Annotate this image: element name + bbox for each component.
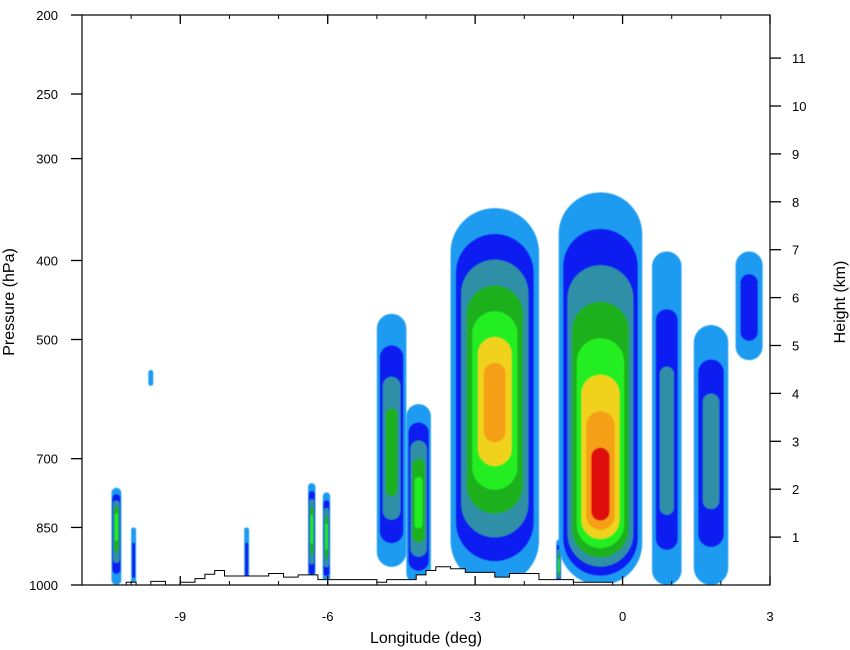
- cell-m: [693, 325, 729, 585]
- height-tick-label: 4: [792, 386, 799, 401]
- pressure-tick-label: 850: [36, 520, 58, 535]
- cell-a: [111, 487, 122, 585]
- height-tick-label: 1: [792, 530, 799, 545]
- pressure-tick-label: 1000: [29, 578, 58, 593]
- pressure-tick-label: 250: [36, 87, 58, 102]
- height-tick-label: 3: [792, 434, 799, 449]
- x-tick-label: -6: [322, 609, 334, 624]
- cell-d-level2: [245, 542, 249, 579]
- cell-b: [131, 527, 137, 585]
- height-tick-label: 8: [792, 195, 799, 210]
- terrain-outline: [125, 566, 614, 585]
- cell-g-level4: [385, 408, 398, 497]
- right-axis-label: Height (km): [832, 261, 849, 344]
- height-tick-label: 6: [792, 291, 799, 306]
- plot-area: [111, 192, 763, 585]
- cell-b-level2: [132, 542, 136, 579]
- pressure-tick-label: 500: [36, 333, 58, 348]
- x-axis-label: Longitude (deg): [370, 630, 482, 647]
- pressure-tick-label: 300: [36, 152, 58, 167]
- x-tick-label: 3: [766, 609, 773, 624]
- cell-j-level5: [557, 559, 560, 573]
- pressure-tick-label: 200: [36, 8, 58, 23]
- height-tick-label: 9: [792, 147, 799, 162]
- cell-k-level8: [591, 447, 610, 521]
- cell-l-level3: [659, 366, 674, 515]
- cell-c: [148, 370, 154, 386]
- left-axis-label: Pressure (hPa): [1, 248, 18, 356]
- cell-h: [406, 404, 431, 585]
- height-tick-label: 10: [792, 99, 806, 114]
- height-tick-label: 5: [792, 339, 799, 354]
- cell-i-level7: [483, 362, 506, 443]
- cell-c-level1: [148, 370, 154, 386]
- cell-e: [308, 483, 316, 585]
- cell-h-level5: [414, 476, 423, 529]
- cell-k: [558, 192, 643, 585]
- cell-i: [450, 208, 540, 585]
- cell-f: [322, 492, 331, 585]
- pressure-tick-label: 400: [36, 253, 58, 268]
- height-tick-label: 11: [792, 51, 806, 66]
- cell-g: [376, 313, 407, 567]
- cell-n-level2: [740, 274, 758, 341]
- cell-a-level5: [114, 513, 118, 541]
- cell-l: [652, 251, 682, 585]
- contour-fields: [111, 192, 763, 585]
- contour-chart: -9 -6 -3 0 3 200 250 300 400 500 700 850 1000 1 2 3 4 5 6 7…: [1, 8, 849, 647]
- cell-f-level5: [325, 523, 328, 550]
- height-tick-label: 7: [792, 243, 799, 258]
- x-tick-label: -9: [175, 609, 187, 624]
- cell-m-level3: [702, 393, 720, 510]
- cell-n: [735, 251, 763, 361]
- cell-e-level5: [310, 514, 313, 544]
- x-tick-label: 0: [619, 609, 626, 624]
- pressure-tick-label: 700: [36, 452, 58, 467]
- height-tick-label: 2: [792, 482, 799, 497]
- x-tick-label: -3: [469, 609, 481, 624]
